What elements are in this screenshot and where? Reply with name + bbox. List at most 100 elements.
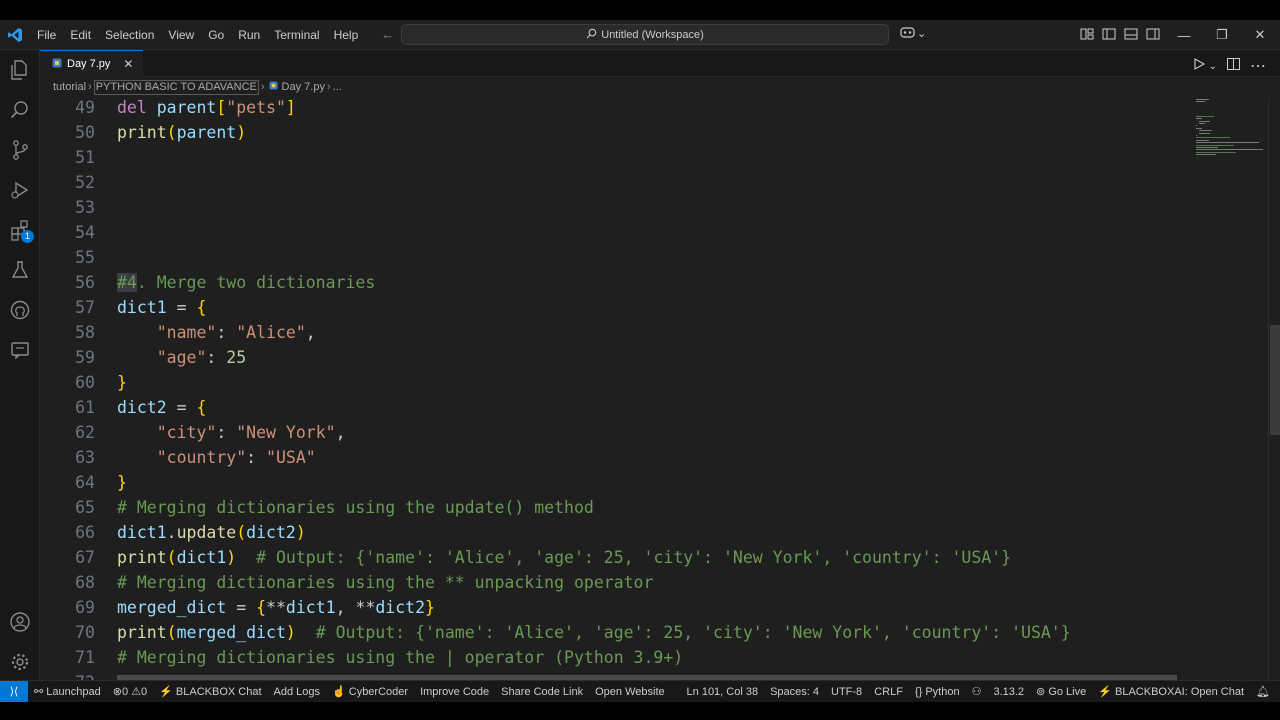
share-code-item[interactable]: Share Code Link bbox=[495, 681, 589, 703]
run-file-icon[interactable] bbox=[1194, 57, 1205, 75]
breadcrumb-root[interactable]: tutorial bbox=[53, 81, 86, 93]
open-website-item[interactable]: Open Website bbox=[589, 681, 671, 703]
vertical-scrollbar[interactable] bbox=[1268, 97, 1280, 680]
code-line[interactable]: 57 dict1 = { bbox=[40, 295, 1190, 320]
blackbox-chat-item[interactable]: ⚡ BLACKBOX Chat bbox=[153, 681, 267, 703]
launchpad-item[interactable]: ⚯ Launchpad bbox=[28, 681, 107, 703]
code-text: # Merging dictionaries using the ** unpa… bbox=[117, 573, 654, 592]
code-line[interactable]: 58 "name": "Alice", bbox=[40, 320, 1190, 345]
remote-indicator-icon[interactable]: ⟩⟨ bbox=[0, 680, 28, 703]
search-label: Untitled (Workspace) bbox=[601, 28, 704, 41]
code-line[interactable]: 69 merged_dict = {**dict1, **dict2} bbox=[40, 595, 1190, 620]
code-line[interactable]: 66 dict1.update(dict2) bbox=[40, 520, 1190, 545]
breadcrumb-more[interactable]: ... bbox=[333, 81, 342, 93]
go-live-item[interactable]: ⊚ Go Live bbox=[1030, 681, 1092, 703]
problems-item[interactable]: ⊗0 ⚠0 bbox=[107, 681, 153, 703]
code-line[interactable]: 61 dict2 = { bbox=[40, 395, 1190, 420]
code-line[interactable]: 63 "country": "USA" bbox=[40, 445, 1190, 470]
copilot-status-icon[interactable]: ⚇ bbox=[966, 681, 988, 703]
encoding[interactable]: UTF-8 bbox=[825, 681, 868, 703]
menu-edit[interactable]: Edit bbox=[63, 20, 98, 50]
add-logs-item[interactable]: Add Logs bbox=[268, 681, 326, 703]
code-line[interactable]: 51 bbox=[40, 145, 1190, 170]
code-editor[interactable]: 49 del parent["pets"] 50 print(parent) 51 52 5… bbox=[40, 97, 1190, 680]
more-actions-icon[interactable]: ⋯ bbox=[1250, 56, 1266, 76]
code-line[interactable]: 71 # Merging dictionaries using the | ope… bbox=[40, 645, 1190, 670]
code-line[interactable]: 60} bbox=[40, 370, 1190, 395]
minimap-line bbox=[1196, 101, 1206, 103]
end-of-line[interactable]: CRLF bbox=[868, 681, 909, 703]
code-line[interactable]: 54 bbox=[40, 220, 1190, 245]
chat-icon[interactable] bbox=[8, 338, 32, 362]
menu-file[interactable]: File bbox=[30, 20, 63, 50]
menu-help[interactable]: Help bbox=[327, 20, 366, 50]
minimize-icon[interactable]: — bbox=[1165, 20, 1203, 50]
close-window-icon[interactable]: ✕ bbox=[1241, 20, 1279, 50]
code-text: # Merging dictionaries using the update(… bbox=[117, 498, 594, 517]
close-tab-icon[interactable]: ✕ bbox=[123, 57, 133, 71]
toggle-secondary-sidebar-icon[interactable] bbox=[1146, 27, 1160, 44]
split-editor-icon[interactable] bbox=[1227, 57, 1240, 75]
code-line[interactable]: 50 print(parent) bbox=[40, 120, 1190, 145]
line-number: 60 bbox=[75, 373, 95, 392]
line-number: 50 bbox=[75, 123, 95, 142]
cyber-coder-item[interactable]: ☝ CyberCoder bbox=[326, 681, 414, 703]
code-line[interactable]: 53 bbox=[40, 195, 1190, 220]
cursor-position[interactable]: Ln 101, Col 38 bbox=[681, 681, 765, 703]
title-bar: File Edit Selection View Go Run Terminal… bbox=[0, 20, 1280, 50]
python-version[interactable]: 3.13.2 bbox=[987, 681, 1030, 703]
toggle-panel-icon[interactable] bbox=[1124, 27, 1138, 44]
search-sidebar-icon[interactable] bbox=[8, 98, 32, 122]
tab-day7[interactable]: Day 7.py ✕ bbox=[40, 50, 143, 77]
restore-icon[interactable]: ❐ bbox=[1203, 20, 1241, 50]
code-line[interactable]: 52 bbox=[40, 170, 1190, 195]
command-center-search[interactable]: Untitled (Workspace) bbox=[401, 24, 889, 45]
minimap-line bbox=[1196, 142, 1259, 144]
settings-gear-icon[interactable] bbox=[8, 650, 32, 674]
code-line[interactable]: 64} bbox=[40, 470, 1190, 495]
code-text: dict1.update(dict2) bbox=[117, 523, 306, 542]
scrollbar-thumb[interactable] bbox=[1270, 325, 1280, 435]
github-icon[interactable] bbox=[8, 298, 32, 322]
code-line[interactable]: 68 # Merging dictionaries using the ** un… bbox=[40, 570, 1190, 595]
copilot-menu[interactable]: ⌄ bbox=[900, 26, 926, 41]
indentation[interactable]: Spaces: 4 bbox=[764, 681, 825, 703]
code-line[interactable]: 65 # Merging dictionaries using the updat… bbox=[40, 495, 1190, 520]
minimap[interactable] bbox=[1190, 97, 1268, 680]
minimap-line bbox=[1196, 125, 1197, 127]
testing-flask-icon[interactable] bbox=[8, 258, 32, 282]
editor-actions: ⌄ ⋯ bbox=[1194, 56, 1266, 76]
menu-run[interactable]: Run bbox=[231, 20, 267, 50]
toggle-primary-sidebar-icon[interactable] bbox=[1102, 27, 1116, 44]
code-line[interactable]: 62 "city": "New York", bbox=[40, 420, 1190, 445]
layout-controls bbox=[1080, 27, 1160, 44]
code-text: "age": 25 bbox=[156, 348, 247, 367]
code-line[interactable]: 55 bbox=[40, 245, 1190, 270]
code-line[interactable]: 49 del parent["pets"] bbox=[40, 97, 1190, 120]
account-icon[interactable] bbox=[8, 610, 32, 634]
source-control-icon[interactable] bbox=[8, 138, 32, 162]
improve-code-item[interactable]: Improve Code bbox=[414, 681, 495, 703]
blackbox-ai-item[interactable]: ⚡ BLACKBOXAI: Open Chat bbox=[1092, 681, 1250, 703]
code-line[interactable]: 56 #4. Merge two dictionaries bbox=[40, 270, 1190, 295]
customize-layout-icon[interactable] bbox=[1080, 27, 1094, 44]
menu-terminal[interactable]: Terminal bbox=[267, 20, 326, 50]
run-debug-icon[interactable] bbox=[8, 178, 32, 202]
extensions-badge: 1 bbox=[21, 230, 34, 243]
back-arrow-icon[interactable]: ← bbox=[381, 27, 394, 42]
run-options-chevron-icon[interactable]: ⌄ bbox=[1209, 61, 1217, 72]
code-line[interactable]: 67 print(dict1) # Output: {'name': 'Alice… bbox=[40, 545, 1190, 570]
breadcrumb-file[interactable]: Day 7.py bbox=[282, 81, 325, 93]
menu-view[interactable]: View bbox=[161, 20, 201, 50]
code-line[interactable]: 59 "age": 25 bbox=[40, 345, 1190, 370]
language-mode[interactable]: {} Python bbox=[909, 681, 966, 703]
code-line[interactable]: 70 print(merged_dict) # Output: {'name': … bbox=[40, 620, 1190, 645]
line-number: 68 bbox=[75, 573, 95, 592]
menu-go[interactable]: Go bbox=[201, 20, 231, 50]
tab-label: Day 7.py bbox=[67, 58, 111, 70]
breadcrumb-folder[interactable]: PYTHON BASIC TO ADAVANCE bbox=[93, 79, 259, 95]
menu-selection[interactable]: Selection bbox=[98, 20, 161, 50]
explorer-icon[interactable] bbox=[8, 58, 32, 82]
notifications-bell-icon[interactable]: 🔔︎ bbox=[1250, 681, 1276, 703]
extensions-icon[interactable]: 1 bbox=[8, 218, 34, 243]
